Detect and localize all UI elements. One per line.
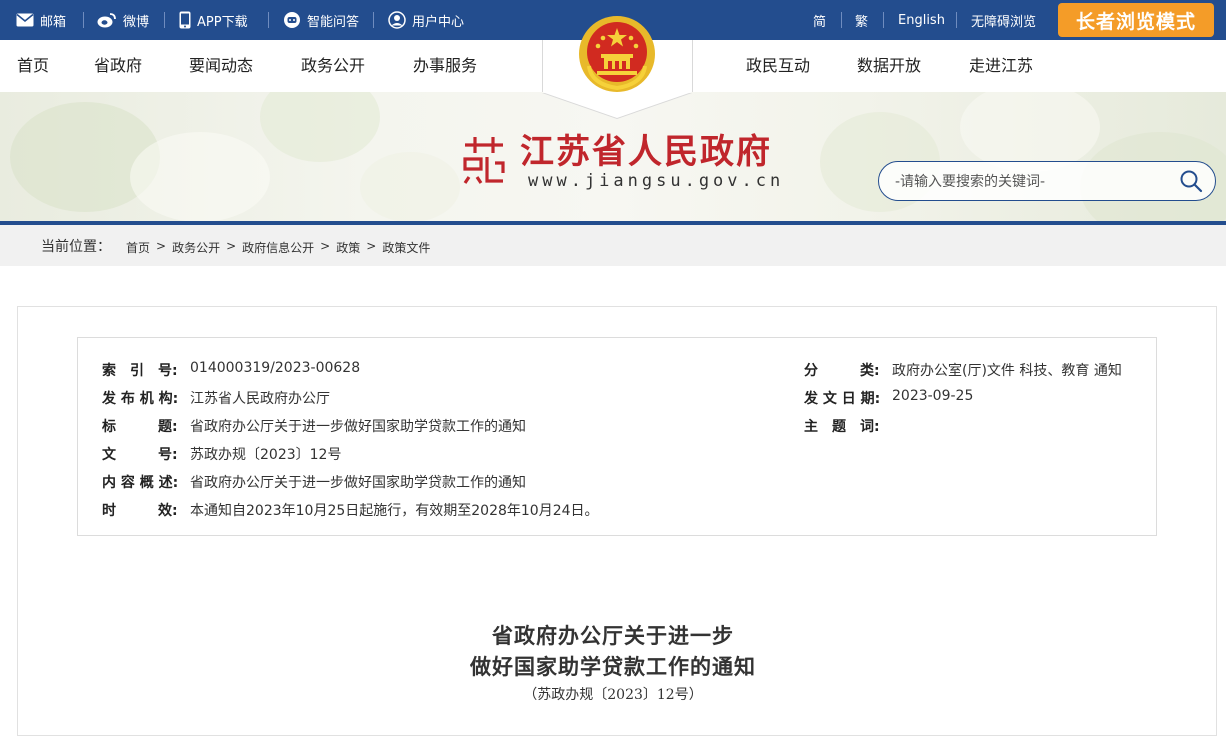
english-label: English (898, 12, 945, 28)
meta-value-title: 省政府办公厅关于进一步做好国家助学贷款工作的通知 (190, 419, 526, 435)
decorative-leaf (360, 152, 460, 222)
search-box (878, 161, 1216, 201)
search-icon[interactable] (1179, 169, 1203, 193)
meta-value-publisher: 江苏省人民政府办公厅 (190, 391, 330, 407)
meta-value-index: 014000319/2023-00628 (190, 360, 361, 376)
jiangsu-logo-icon (463, 137, 505, 184)
breadcrumb-item-policy-documents[interactable]: 政策文件 (382, 239, 430, 256)
meta-row-validity: 时 效: 本通知自2023年10月25日起施行，有效期至2028年10月24日。 (102, 500, 782, 520)
site-url: www.jiangsu.gov.cn (528, 171, 785, 191)
emblem-tab-pointer (542, 92, 692, 118)
accessible-browse-label: 无障碍浏览 (971, 14, 1037, 30)
breadcrumb-separator: > (320, 239, 331, 253)
english-link[interactable]: English (898, 0, 945, 40)
meta-label: 内 容 概 述: (102, 475, 179, 491)
meta-row-document-number: 文 号: 苏政办规〔2023〕12号 (102, 444, 782, 464)
divider (268, 12, 269, 28)
user-center-label: 用户中心 (412, 14, 465, 30)
breadcrumb-bar: 当前位置： 首页 > 政务公开 > 政府信息公开 > 政策 > 政策文件 (0, 225, 1226, 266)
nav-item-news[interactable]: 要闻动态 (189, 40, 253, 92)
meta-row-issue-date: 发 文 日 期: 2023-09-25 (804, 388, 1144, 408)
decorative-flower (130, 132, 270, 222)
document-metadata-table: 索 引 号: 014000319/2023-00628 发 布 机 构: 江苏省… (77, 337, 1157, 536)
divider (956, 12, 957, 28)
elder-mode-button[interactable]: 长者浏览模式 (1058, 3, 1214, 37)
smart-qa-label: 智能问答 (307, 14, 360, 30)
meta-value-category: 政府办公室(厅)文件 科技、教育 通知 (892, 363, 1122, 379)
simplified-chinese-label: 简 (813, 14, 827, 30)
nav-item-about-jiangsu[interactable]: 走进江苏 (969, 40, 1033, 92)
traditional-chinese-link[interactable]: 繁 (855, 0, 868, 40)
meta-row-index: 索 引 号: 014000319/2023-00628 (102, 360, 782, 380)
app-download-label: APP下载 (197, 14, 248, 30)
nav-item-open-data[interactable]: 数据开放 (857, 40, 921, 92)
breadcrumb-separator: > (226, 239, 237, 253)
nav-item-provincial-government[interactable]: 省政府 (94, 40, 142, 92)
meta-row-publisher: 发 布 机 构: 江苏省人民政府办公厅 (102, 388, 782, 408)
meta-label: 发 布 机 构: (102, 391, 179, 407)
meta-value-summary: 省政府办公厅关于进一步做好国家助学贷款工作的通知 (190, 475, 526, 491)
site-title: 江苏省人民政府 (520, 132, 772, 172)
meta-value-issue-date: 2023-09-25 (892, 388, 974, 404)
meta-label: 发 文 日 期: (804, 391, 881, 407)
chat-robot-icon (284, 12, 300, 28)
breadcrumb-item-info-disclosure[interactable]: 政府信息公开 (242, 239, 314, 256)
divider (373, 12, 374, 28)
breadcrumb-label: 当前位置： (41, 239, 111, 255)
decorative-flower (960, 92, 1100, 172)
smart-qa-link[interactable]: 智能问答 (283, 0, 359, 40)
divider (841, 12, 842, 28)
decorative-leaf (260, 92, 380, 162)
breadcrumb: 首页 > 政务公开 > 政府信息公开 > 政策 > 政策文件 (126, 239, 430, 256)
meta-label: 主 题 词: (804, 419, 880, 435)
divider (883, 12, 884, 28)
document-title-line-1: 省政府办公厅关于进一步 (492, 623, 734, 648)
mobile-phone-icon (179, 11, 191, 29)
breadcrumb-item-policy[interactable]: 政策 (336, 239, 360, 256)
meta-row-keywords: 主 题 词: (804, 416, 1144, 436)
app-download-link[interactable]: APP下载 (179, 0, 248, 40)
breadcrumb-separator: > (366, 239, 377, 253)
meta-value-validity: 本通知自2023年10月25日起施行，有效期至2028年10月24日。 (190, 503, 599, 519)
divider (83, 12, 84, 28)
user-center-link[interactable]: 用户中心 (388, 0, 464, 40)
meta-label: 标 题: (102, 419, 178, 435)
meta-label: 索 引 号: (102, 363, 178, 379)
user-icon (388, 11, 406, 29)
accessible-browse-link[interactable]: 无障碍浏览 (971, 0, 1036, 40)
document-title-line-2: 做好国家助学贷款工作的通知 (470, 654, 756, 679)
mail-link[interactable]: 邮箱 (16, 0, 66, 40)
mail-icon (16, 13, 34, 27)
meta-label: 时 效: (102, 503, 178, 519)
breadcrumb-separator: > (156, 239, 167, 253)
weibo-link[interactable]: 微博 (97, 0, 149, 40)
simplified-chinese-link[interactable]: 简 (813, 0, 826, 40)
weibo-icon (97, 13, 116, 28)
meta-label: 文 号: (102, 447, 178, 463)
breadcrumb-item-government-affairs[interactable]: 政务公开 (172, 239, 220, 256)
divider (164, 12, 165, 28)
traditional-chinese-label: 繁 (855, 14, 869, 30)
document-number: （苏政办规〔2023〕12号） (523, 687, 703, 703)
breadcrumb-item-home[interactable]: 首页 (126, 239, 150, 256)
search-input[interactable] (893, 170, 1167, 194)
mail-label: 邮箱 (40, 14, 67, 30)
meta-value-document-number: 苏政办规〔2023〕12号 (190, 447, 342, 463)
meta-label: 分 类: (804, 363, 880, 379)
weibo-label: 微博 (123, 14, 150, 30)
meta-row-summary: 内 容 概 述: 省政府办公厅关于进一步做好国家助学贷款工作的通知 (102, 472, 782, 492)
nav-item-home[interactable]: 首页 (17, 40, 49, 92)
nav-item-services[interactable]: 办事服务 (413, 40, 477, 92)
nav-item-interaction[interactable]: 政民互动 (746, 40, 810, 92)
nav-item-government-affairs[interactable]: 政务公开 (301, 40, 365, 92)
meta-row-category: 分 类: 政府办公室(厅)文件 科技、教育 通知 (804, 360, 1144, 380)
meta-row-title: 标 题: 省政府办公厅关于进一步做好国家助学贷款工作的通知 (102, 416, 782, 436)
national-emblem-icon (579, 16, 655, 92)
